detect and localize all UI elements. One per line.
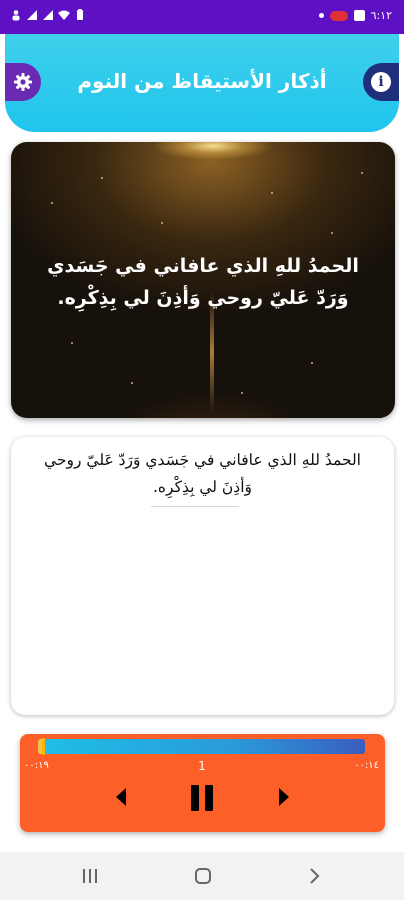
app-badge-icon (329, 10, 348, 21)
status-time: ٦:١٢ (370, 9, 392, 22)
home-icon[interactable] (195, 868, 211, 884)
battery-icon (77, 9, 83, 20)
page-title: أذكار الأستيقاظ من النوم (77, 69, 327, 93)
dhikr-number: 1 (198, 759, 206, 773)
progress-thumb[interactable] (42, 738, 45, 755)
dhikr-text-card[interactable]: الحمدُ للهِ الذي عافاني في جَسَدي وَرَدّ… (11, 437, 394, 715)
signal-icon-2 (43, 10, 53, 20)
next-icon[interactable] (279, 788, 289, 806)
info-icon: i (371, 72, 391, 92)
dhikr-image-card: الحمدُ للهِ الذي عافاني في جَسَدي وَرَدّ… (11, 142, 395, 418)
divider (151, 506, 239, 507)
previous-icon[interactable] (116, 788, 126, 806)
progress-bar[interactable] (38, 738, 365, 755)
person-icon (12, 10, 20, 21)
back-icon[interactable] (310, 868, 320, 884)
status-bar: ٦:١٢ (0, 0, 404, 34)
elapsed-time: ٠٠:١٩ (24, 760, 49, 771)
pause-icon[interactable] (190, 785, 214, 811)
image-icon (353, 10, 365, 21)
dhikr-image-text: الحمدُ للهِ الذي عافاني في جَسَدي وَرَدّ… (47, 255, 359, 309)
info-button[interactable]: i (363, 63, 399, 101)
status-icons-left (10, 9, 86, 21)
wifi-icon (58, 10, 70, 20)
total-time: ٠٠:١٤ (354, 760, 379, 771)
app-header: أذكار الأستيقاظ من النوم i (5, 34, 399, 132)
recents-icon[interactable] (82, 869, 98, 883)
system-nav-bar (0, 852, 404, 900)
notification-dot (318, 13, 324, 18)
signal-icon (27, 10, 37, 20)
dhikr-text: الحمدُ للهِ الذي عافاني في جَسَدي وَرَدّ… (44, 451, 361, 496)
audio-player: ٠٠:١٩ 1 ٠٠:١٤ (20, 734, 385, 832)
status-icons-right: ٦:١٢ (318, 9, 392, 22)
